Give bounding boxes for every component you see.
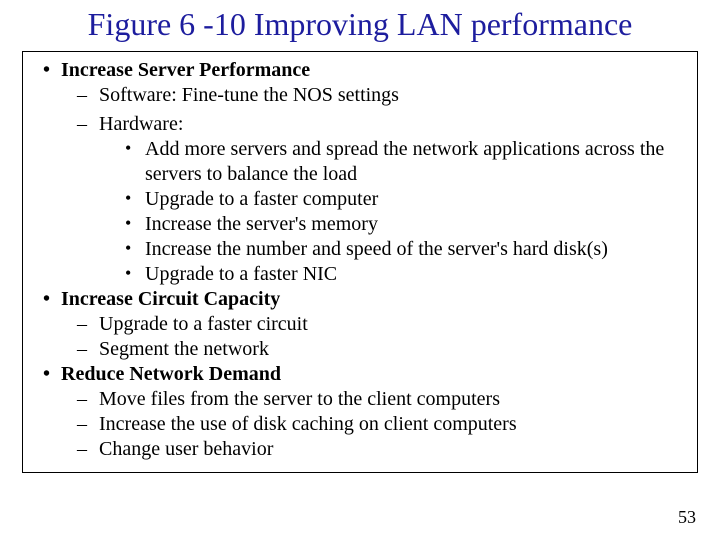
page-number: 53 — [678, 507, 696, 528]
slide: Figure 6 -10 Improving LAN performance I… — [0, 0, 720, 540]
list-item: Upgrade to a faster computer — [125, 187, 687, 212]
list-item: Increase Server Performance — [39, 58, 687, 83]
list-item: Hardware: — [77, 112, 687, 137]
list-item: Upgrade to a faster circuit — [77, 312, 687, 337]
list-item: Move files from the server to the client… — [77, 387, 687, 412]
list-item: Increase Circuit Capacity — [39, 287, 687, 312]
list-item: Upgrade to a faster NIC — [125, 262, 687, 287]
list-item: Reduce Network Demand — [39, 362, 687, 387]
body-box: Increase Server Performance Software: Fi… — [22, 51, 698, 473]
outline-list: Increase Server Performance Software: Fi… — [33, 58, 687, 462]
list-item: Software: Fine-tune the NOS settings — [77, 83, 687, 108]
list-item: Increase the number and speed of the ser… — [125, 237, 687, 262]
list-item: Increase the server's memory — [125, 212, 687, 237]
list-item: Add more servers and spread the network … — [125, 137, 687, 187]
list-item: Increase the use of disk caching on clie… — [77, 412, 687, 437]
slide-title: Figure 6 -10 Improving LAN performance — [0, 0, 720, 47]
list-item: Segment the network — [77, 337, 687, 362]
list-item: Change user behavior — [77, 437, 687, 462]
